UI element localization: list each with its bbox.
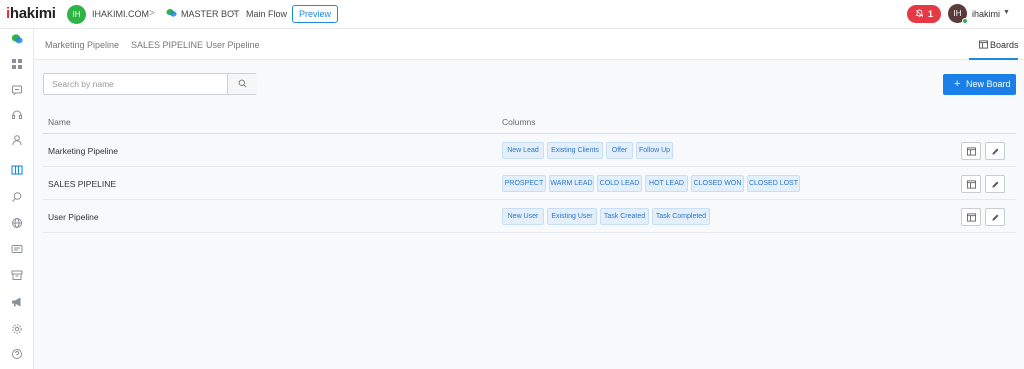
column-tag: HOT LEAD xyxy=(645,175,688,192)
globe-icon[interactable] xyxy=(11,217,23,229)
edit-board-button[interactable] xyxy=(985,208,1005,226)
inbox-icon[interactable] xyxy=(11,84,23,96)
breadcrumb-separator: > xyxy=(149,8,155,19)
column-tag: Follow Up xyxy=(636,142,673,159)
column-tag: Existing User xyxy=(547,208,597,225)
board-name[interactable]: Marketing Pipeline xyxy=(48,146,118,156)
tab-boards-label: Boards xyxy=(990,40,1019,50)
tab-marketing-pipeline[interactable]: Marketing Pipeline xyxy=(45,40,119,50)
pencil-icon xyxy=(992,214,999,221)
board-name[interactable]: User Pipeline xyxy=(48,212,99,222)
table-row[interactable]: SALES PIPELINE PROSPECT WARM LEAD COLD L… xyxy=(43,167,1016,200)
column-tag: Offer xyxy=(606,142,633,159)
contact-icon[interactable] xyxy=(11,134,23,146)
table-header: Name Columns xyxy=(43,108,1016,134)
board-name[interactable]: SALES PIPELINE xyxy=(48,179,116,189)
new-board-button[interactable]: + New Board xyxy=(943,74,1016,95)
search-icon xyxy=(238,79,247,88)
column-tag: COLD LEAD xyxy=(597,175,642,192)
online-status-dot xyxy=(962,18,968,24)
breadcrumb-bot[interactable]: MASTER BOT xyxy=(181,9,240,19)
search-input[interactable] xyxy=(44,74,227,94)
dashboard-icon[interactable] xyxy=(11,58,23,70)
edit-board-button[interactable] xyxy=(985,175,1005,193)
megaphone-icon[interactable] xyxy=(11,296,23,308)
column-tag: Existing Clients xyxy=(547,142,603,159)
app-logo[interactable]: ihakimi xyxy=(6,5,56,22)
support-headset-icon[interactable] xyxy=(11,109,23,121)
boards-icon[interactable] xyxy=(11,164,23,176)
tab-user-pipeline[interactable]: User Pipeline xyxy=(206,40,260,50)
table-row[interactable]: Marketing Pipeline New Lead Existing Cli… xyxy=(43,134,1016,167)
search-button[interactable] xyxy=(227,74,257,94)
notification-badge[interactable]: 1 xyxy=(907,5,941,23)
bot-icon xyxy=(166,9,177,17)
column-header-name: Name xyxy=(48,117,71,127)
board-view-icon xyxy=(967,213,976,222)
chat-bubbles-icon[interactable] xyxy=(11,33,23,45)
board-view-icon xyxy=(967,147,976,156)
help-icon[interactable] xyxy=(11,348,23,360)
view-board-button[interactable] xyxy=(961,208,981,226)
chevron-down-icon[interactable]: ▼ xyxy=(1003,9,1010,16)
boards-icon xyxy=(979,40,988,49)
board-tabs: Marketing Pipeline SALES PIPELINE User P… xyxy=(34,29,1024,60)
notification-count: 1 xyxy=(928,9,934,19)
top-bar: ihakimi IH IHAKIMI.COM > MASTER BOT > Ma… xyxy=(0,0,1024,29)
pencil-icon xyxy=(992,181,999,188)
plus-icon: + xyxy=(954,78,961,90)
tab-sales-pipeline[interactable]: SALES PIPELINE xyxy=(131,40,203,50)
settings-icon[interactable] xyxy=(11,323,23,335)
archive-icon[interactable] xyxy=(11,269,23,281)
column-tag: Task Created xyxy=(600,208,649,225)
breadcrumb-workspace[interactable]: IHAKIMI.COM xyxy=(92,9,149,19)
edit-board-button[interactable] xyxy=(985,142,1005,160)
board-view-icon xyxy=(967,180,976,189)
tab-boards[interactable]: Boards xyxy=(969,29,1019,60)
column-tag: New Lead xyxy=(502,142,544,159)
table-row[interactable]: User Pipeline New User Existing User Tas… xyxy=(43,200,1016,233)
column-tag: Task Completed xyxy=(652,208,710,225)
column-tag: WARM LEAD xyxy=(549,175,594,192)
pencil-icon xyxy=(992,148,999,155)
search-chat-icon[interactable] xyxy=(11,191,23,203)
column-tag: New User xyxy=(502,208,544,225)
sidebar xyxy=(0,29,34,369)
search-box xyxy=(43,73,257,95)
bell-off-icon xyxy=(915,9,924,18)
column-tag: CLOSED WON xyxy=(691,175,744,192)
column-tag: PROSPECT xyxy=(502,175,546,192)
preview-button[interactable]: Preview xyxy=(292,5,338,23)
view-board-button[interactable] xyxy=(961,142,981,160)
column-header-columns: Columns xyxy=(502,117,536,127)
breadcrumb-separator: > xyxy=(232,8,238,19)
workspace-avatar[interactable]: IH xyxy=(67,5,86,24)
column-tag: CLOSED LOST xyxy=(747,175,800,192)
breadcrumb-flow[interactable]: Main Flow xyxy=(246,9,287,19)
ticket-icon[interactable] xyxy=(11,243,23,255)
user-name[interactable]: ihakimi xyxy=(972,9,1000,19)
view-board-button[interactable] xyxy=(961,175,981,193)
